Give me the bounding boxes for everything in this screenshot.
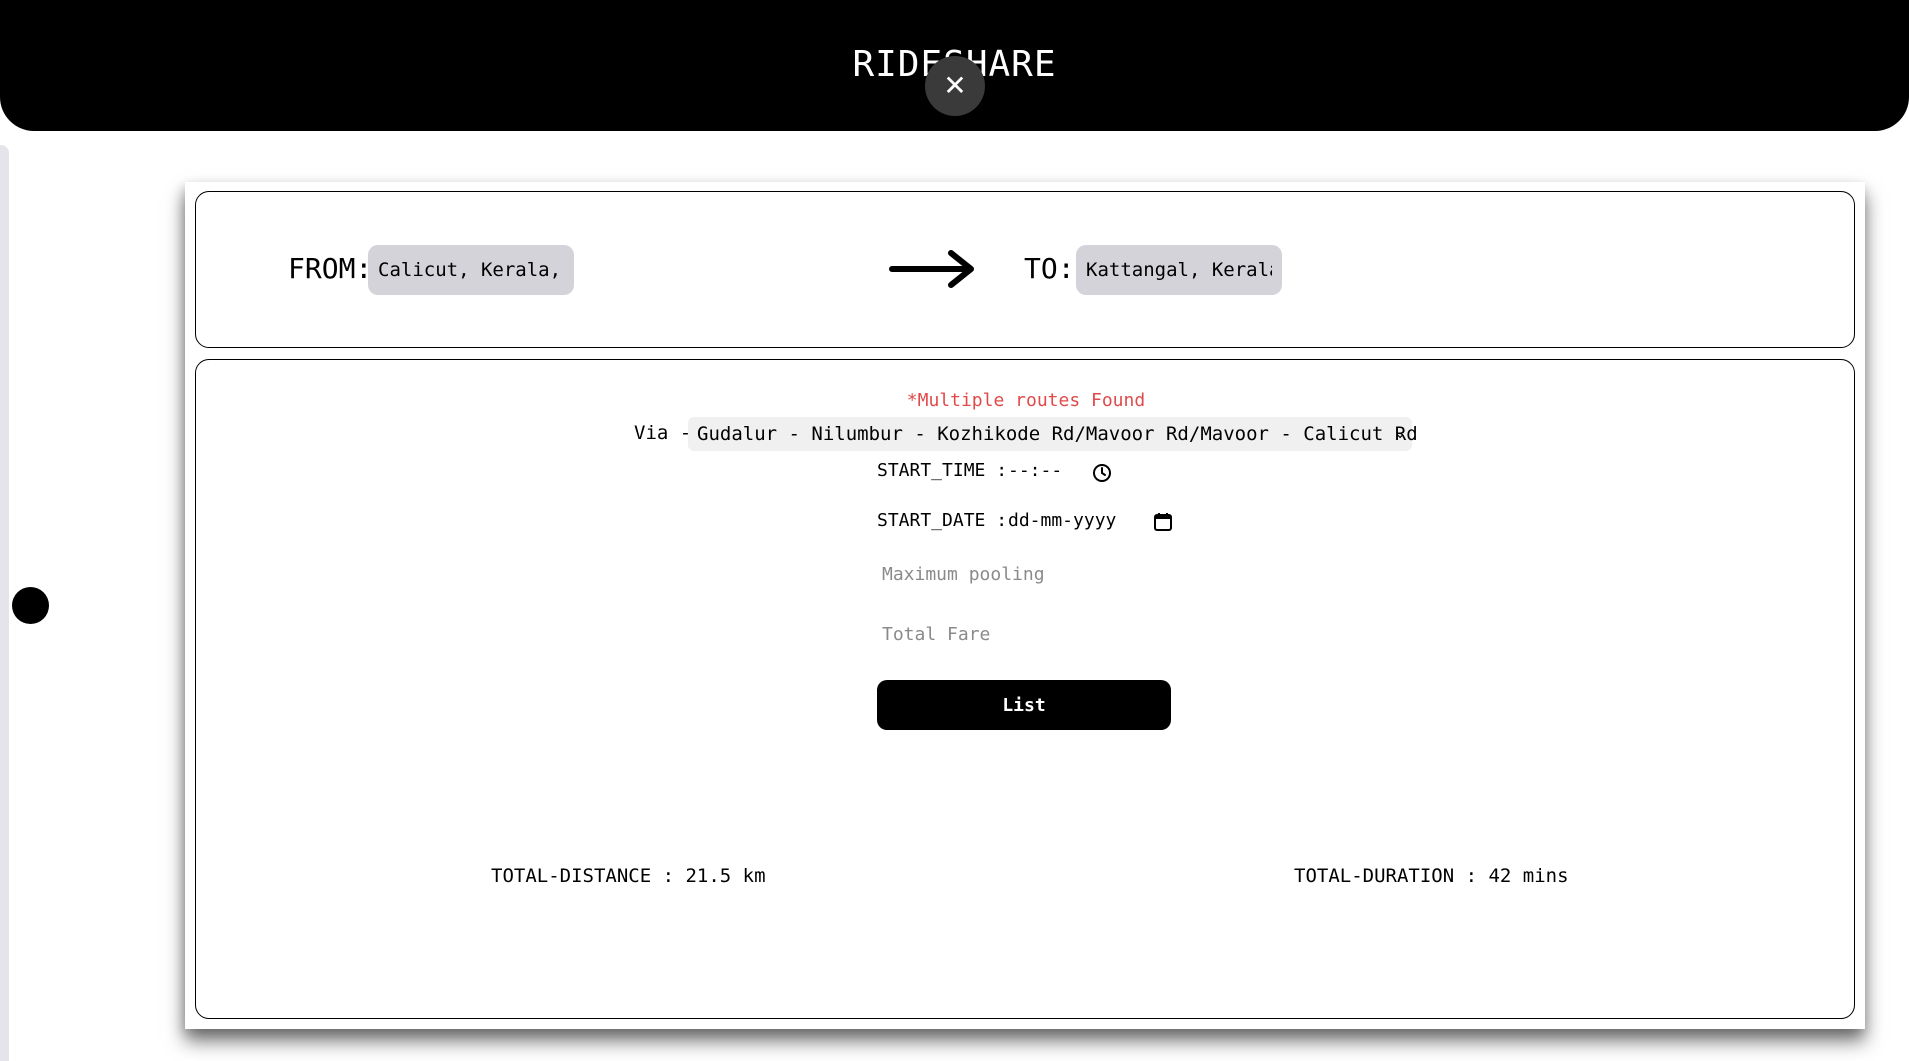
to-label: TO: bbox=[1024, 252, 1075, 285]
from-label: FROM: bbox=[288, 252, 373, 285]
total-duration-text: TOTAL-DURATION : 42 mins bbox=[1294, 865, 1569, 887]
total-fare-input[interactable] bbox=[877, 614, 1170, 654]
route-details-box: *Multiple routes Found Via - Gudalur - N… bbox=[195, 359, 1855, 1019]
multiple-routes-notice: *Multiple routes Found bbox=[906, 390, 1146, 411]
via-route-select[interactable]: Gudalur - Nilumbur - Kozhikode Rd/Mavoor… bbox=[688, 417, 1418, 451]
total-distance-text: TOTAL-DISTANCE : 21.5 km bbox=[491, 865, 766, 887]
side-toggle-handle[interactable] bbox=[12, 587, 49, 624]
list-button[interactable]: List bbox=[877, 680, 1171, 730]
close-button[interactable]: ✕ bbox=[925, 56, 985, 116]
to-input[interactable] bbox=[1076, 245, 1282, 295]
from-input[interactable] bbox=[368, 245, 574, 295]
via-label: Via - bbox=[634, 422, 692, 444]
route-box: FROM: TO: bbox=[195, 191, 1855, 348]
max-pooling-input[interactable] bbox=[877, 554, 1170, 594]
start-time-label: START_TIME : bbox=[877, 460, 1008, 481]
side-panel-edge bbox=[0, 145, 9, 1061]
start-date-input[interactable]: dd-mm-yyyy bbox=[1008, 510, 1116, 531]
via-route-selected-value: Gudalur - Nilumbur - Kozhikode Rd/Mavoor… bbox=[697, 423, 1418, 445]
start-time-input[interactable]: --:-- bbox=[1008, 460, 1062, 481]
calendar-icon[interactable] bbox=[1153, 512, 1173, 532]
right-arrow-icon bbox=[889, 250, 974, 288]
clock-icon[interactable] bbox=[1092, 463, 1112, 483]
close-icon: ✕ bbox=[943, 69, 967, 102]
start-date-label: START_DATE : bbox=[877, 510, 1008, 531]
top-header-bar: RIDESHARE ✕ bbox=[0, 0, 1909, 131]
ride-form-card: FROM: TO: *Multiple routes Found Via - G… bbox=[185, 182, 1865, 1029]
chevron-down-icon: ⌄ bbox=[1394, 426, 1406, 442]
